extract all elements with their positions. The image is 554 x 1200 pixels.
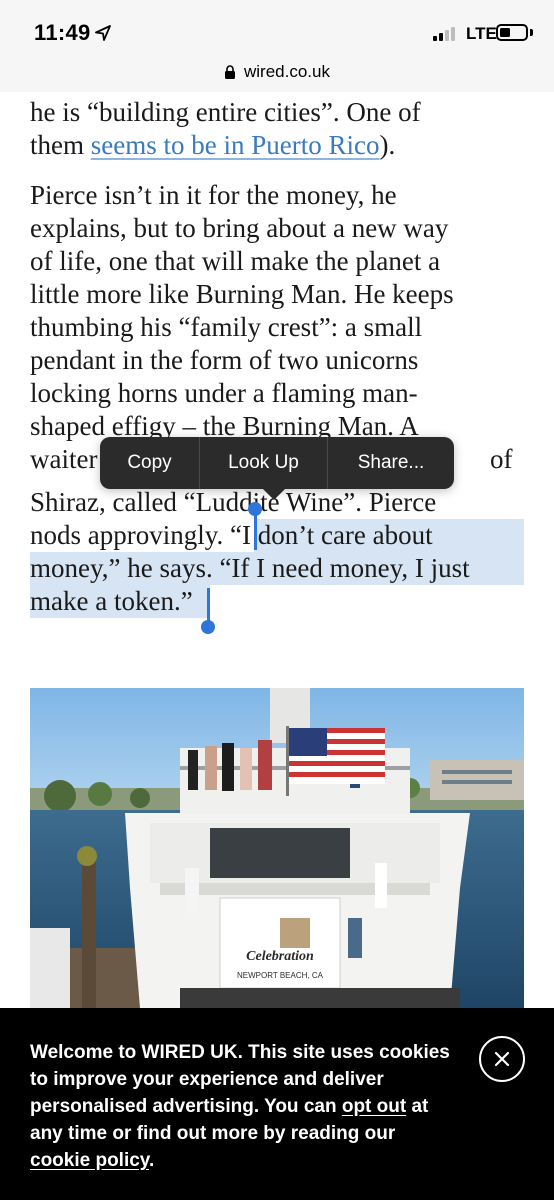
callout-arrow — [262, 488, 286, 500]
selection-start-bar — [254, 514, 257, 550]
battery-cap — [530, 29, 533, 36]
selected-text: “I don’t care about — [229, 520, 433, 550]
article-line: money,” he says. “If I need money, I jus… — [30, 553, 470, 583]
cookie-policy-link[interactable]: cookie policy — [30, 1150, 149, 1171]
close-icon — [494, 1051, 510, 1067]
article-line: explains, but to bring about a new way — [30, 213, 449, 243]
location-arrow-icon — [95, 25, 111, 41]
article-line: he is “building entire cities”. One of — [30, 97, 421, 127]
status-bar: 11:49 LTE — [0, 0, 554, 56]
article-line: thumbing his “family crest”: a small — [30, 312, 423, 342]
article-line: of — [490, 444, 513, 474]
battery-icon — [496, 24, 528, 41]
cookie-close-button[interactable] — [479, 1036, 525, 1082]
copy-button[interactable]: Copy — [100, 437, 200, 489]
network-type: LTE — [466, 24, 497, 43]
article-line: nods approvingly. “I don’t care about — [30, 520, 433, 550]
share-button[interactable]: Share... — [328, 437, 454, 489]
article-line: locking horns under a flaming man- — [30, 378, 418, 408]
article-line: them seems to be in Puerto Rico). — [30, 130, 396, 160]
article-line: of life, one that will make the planet a — [30, 246, 441, 276]
status-time: 11:49 — [34, 20, 91, 45]
puerto-rico-link[interactable]: seems to be in Puerto Rico — [91, 130, 380, 160]
article-line: make a token.” — [30, 586, 193, 616]
article-line: waiter — [30, 444, 98, 474]
lock-icon — [225, 64, 235, 79]
opt-out-link[interactable]: opt out — [342, 1096, 406, 1117]
look-up-button[interactable]: Look Up — [200, 437, 328, 489]
boat-name: Celebration — [246, 949, 314, 964]
selection-end-bar — [207, 588, 210, 624]
cell-signal-icon — [433, 25, 459, 41]
article-photo: Celebration NEWPORT BEACH, CA — [30, 688, 524, 1008]
article-line: pendant in the form of two unicorns — [30, 345, 419, 375]
url-bar[interactable]: wired.co.uk — [0, 56, 554, 92]
article-line: Shiraz, called “Luddite Wine”. Pierce — [30, 487, 437, 517]
cookie-message: Welcome to WIRED UK. This site uses cook… — [30, 1042, 450, 1171]
selection-end-handle[interactable] — [201, 620, 215, 634]
article-line: Pierce isn’t in it for the money, he — [30, 180, 397, 210]
cookie-banner: Welcome to WIRED UK. This site uses cook… — [0, 1008, 554, 1200]
article-line: little more like Burning Man. He keeps — [30, 279, 454, 309]
text-selection-menu: Copy Look Up Share... — [100, 437, 454, 489]
boat-port: NEWPORT BEACH, CA — [237, 971, 324, 980]
url-text: wired.co.uk — [244, 62, 330, 81]
